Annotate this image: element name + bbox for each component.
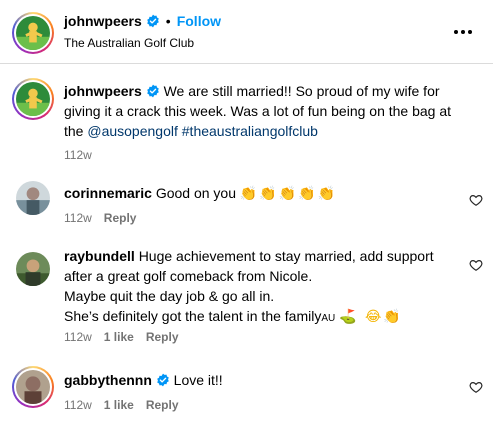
author-row: johnwpeers • Follow <box>64 13 221 29</box>
comment-body: Good on you <box>155 185 236 201</box>
author-avatar-image <box>16 16 50 50</box>
commenter-avatar-image <box>16 181 50 215</box>
australia-flag-icon: AU <box>321 313 336 324</box>
golf-laugh-clap-emoji: ⛳ 😂👏 <box>339 309 403 325</box>
comment-text: corinnemaric Good on you 👏👏👏👏👏 <box>64 183 464 204</box>
comment-timestamp[interactable]: 112w <box>64 398 92 412</box>
post-location[interactable]: The Australian Golf Club <box>64 36 194 50</box>
comment-likes[interactable]: 1 like <box>104 330 134 344</box>
follow-button[interactable]: Follow <box>177 13 221 29</box>
post-header: johnwpeers • Follow The Australian Golf … <box>0 0 493 64</box>
comment-username[interactable]: gabbythennn <box>64 372 152 388</box>
comment-body-line3: She’s definitely got the talent in the f… <box>64 308 322 324</box>
author-username[interactable]: johnwpeers <box>64 13 142 29</box>
reply-button[interactable]: Reply <box>146 398 179 412</box>
comment-username[interactable]: raybundell <box>64 248 135 264</box>
mention-link[interactable]: @ausopengolf <box>87 123 178 139</box>
verified-badge-icon <box>157 373 169 387</box>
reply-button[interactable]: Reply <box>146 330 179 344</box>
comment-timestamp[interactable]: 112w <box>64 330 92 344</box>
comment-text: gabbythennn Love it!! <box>64 370 464 390</box>
commenter-avatar[interactable] <box>12 366 54 408</box>
heart-icon[interactable] <box>469 258 483 272</box>
comment-meta: 112w 1 like Reply <box>64 330 179 344</box>
hashtag-link[interactable]: #theaustraliangolfclub <box>182 123 318 139</box>
reply-button[interactable]: Reply <box>104 211 137 225</box>
comment-meta: 112w 1 like Reply <box>64 398 179 412</box>
comment-meta: 112w Reply <box>64 211 136 225</box>
commenter-avatar-image <box>16 370 50 404</box>
heart-icon[interactable] <box>469 380 483 394</box>
comment-timestamp[interactable]: 112w <box>64 211 92 225</box>
more-options-icon[interactable] <box>451 22 475 42</box>
heart-icon[interactable] <box>469 193 483 207</box>
commenter-avatar[interactable] <box>16 181 50 215</box>
caption-timestamp[interactable]: 112w <box>64 148 92 162</box>
comment-username[interactable]: corinnemaric <box>64 185 152 201</box>
verified-badge-icon <box>147 14 159 28</box>
separator-dot: • <box>165 13 171 29</box>
comment-body: Love it!! <box>173 372 223 388</box>
caption-avatar-image <box>16 82 50 116</box>
caption-author-avatar[interactable] <box>12 78 54 120</box>
author-avatar[interactable] <box>12 12 54 54</box>
comment-body-line2: Maybe quit the day job & go all in. <box>64 288 275 304</box>
verified-badge-icon <box>146 84 159 98</box>
commenter-avatar[interactable] <box>16 252 50 286</box>
clap-emoji: 👏👏👏👏👏 <box>239 186 338 202</box>
comment-text: raybundell Huge achievement to stay marr… <box>64 246 464 329</box>
commenter-avatar-image <box>16 252 50 286</box>
caption-text: johnwpeers We are still married!! So pro… <box>64 81 474 141</box>
comment-likes[interactable]: 1 like <box>104 398 134 412</box>
caption-username[interactable]: johnwpeers <box>64 83 142 99</box>
